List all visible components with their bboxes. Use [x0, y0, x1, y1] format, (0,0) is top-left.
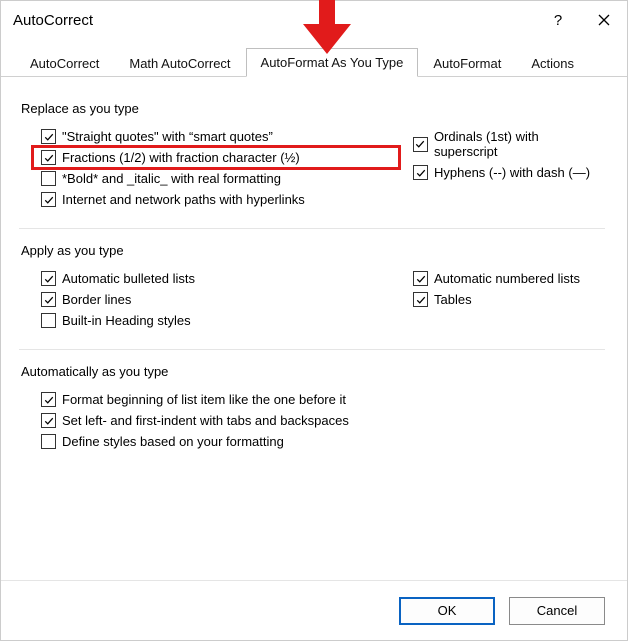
tab-label: Math AutoCorrect	[129, 56, 230, 71]
option-ordinals: Ordinals (1st) with superscript	[413, 126, 605, 162]
option-straight-quotes: "Straight quotes" with “smart quotes”	[41, 126, 413, 147]
checkbox-auto-numbered[interactable]	[413, 271, 428, 286]
option-label: Internet and network paths with hyperlin…	[62, 192, 305, 207]
option-heading-styles: Built-in Heading styles	[41, 310, 413, 331]
separator	[19, 228, 605, 229]
ok-button[interactable]: OK	[399, 597, 495, 625]
checkbox-bold-italic[interactable]	[41, 171, 56, 186]
checkbox-tables[interactable]	[413, 292, 428, 307]
option-tables: Tables	[413, 289, 605, 310]
option-label: Automatic bulleted lists	[62, 271, 195, 286]
option-net-paths: Internet and network paths with hyperlin…	[41, 189, 413, 210]
close-icon	[598, 14, 610, 26]
checkbox-define-styles[interactable]	[41, 434, 56, 449]
option-define-styles: Define styles based on your formatting	[41, 431, 605, 452]
option-border-lines: Border lines	[41, 289, 413, 310]
tab-math-autocorrect[interactable]: Math AutoCorrect	[114, 49, 245, 77]
section-apply: Automatic bulleted lists Border lines Bu…	[23, 268, 605, 331]
cancel-button[interactable]: Cancel	[509, 597, 605, 625]
section-auto: Format beginning of list item like the o…	[23, 389, 605, 452]
tab-autocorrect[interactable]: AutoCorrect	[15, 49, 114, 77]
tab-autoformat-as-you-type[interactable]: AutoFormat As You Type	[246, 48, 419, 77]
dialog-title: AutoCorrect	[13, 12, 535, 29]
option-label: Format beginning of list item like the o…	[62, 392, 346, 407]
option-auto-numbered: Automatic numbered lists	[413, 268, 605, 289]
tab-label: AutoFormat	[433, 56, 501, 71]
option-label: Built-in Heading styles	[62, 313, 191, 328]
tab-label: Actions	[531, 56, 574, 71]
option-label: Set left- and first-indent with tabs and…	[62, 413, 349, 428]
close-button[interactable]	[581, 1, 627, 39]
tab-autoformat[interactable]: AutoFormat	[418, 49, 516, 77]
help-button[interactable]: ?	[535, 1, 581, 39]
checkbox-net-paths[interactable]	[41, 192, 56, 207]
section-heading-auto: Automatically as you type	[21, 364, 605, 379]
button-label: OK	[438, 603, 457, 618]
checkbox-set-indent[interactable]	[41, 413, 56, 428]
checkbox-ordinals[interactable]	[413, 137, 428, 152]
option-label: Define styles based on your formatting	[62, 434, 284, 449]
checkbox-hyphens[interactable]	[413, 165, 428, 180]
tab-label: AutoFormat As You Type	[261, 55, 404, 70]
checkbox-auto-bullets[interactable]	[41, 271, 56, 286]
separator	[19, 349, 605, 350]
checkbox-format-beginning[interactable]	[41, 392, 56, 407]
option-label: Tables	[434, 292, 472, 307]
option-label: Fractions (1/2) with fraction character …	[62, 150, 300, 165]
option-label: Hyphens (--) with dash (—)	[434, 165, 590, 180]
tab-actions[interactable]: Actions	[516, 49, 589, 77]
checkbox-fractions[interactable]	[41, 150, 56, 165]
section-heading-replace: Replace as you type	[21, 101, 605, 116]
option-label: Ordinals (1st) with superscript	[434, 129, 605, 159]
title-bar: AutoCorrect ?	[1, 1, 627, 39]
option-auto-bullets: Automatic bulleted lists	[41, 268, 413, 289]
tab-strip: AutoCorrect Math AutoCorrect AutoFormat …	[1, 45, 627, 77]
autocorrect-dialog: AutoCorrect ? AutoCorrect Math AutoCorre…	[0, 0, 628, 641]
option-label: *Bold* and _italic_ with real formatting	[62, 171, 281, 186]
tab-label: AutoCorrect	[30, 56, 99, 71]
checkbox-border-lines[interactable]	[41, 292, 56, 307]
button-label: Cancel	[537, 603, 577, 618]
option-label: Automatic numbered lists	[434, 271, 580, 286]
option-format-beginning: Format beginning of list item like the o…	[41, 389, 605, 410]
section-replace: "Straight quotes" with “smart quotes” Fr…	[23, 126, 605, 210]
section-heading-apply: Apply as you type	[21, 243, 605, 258]
checkbox-straight-quotes[interactable]	[41, 129, 56, 144]
option-bold-italic: *Bold* and _italic_ with real formatting	[41, 168, 413, 189]
option-label: "Straight quotes" with “smart quotes”	[62, 129, 273, 144]
option-fractions: Fractions (1/2) with fraction character …	[41, 147, 413, 168]
option-set-indent: Set left- and first-indent with tabs and…	[41, 410, 605, 431]
checkbox-heading-styles[interactable]	[41, 313, 56, 328]
option-hyphens: Hyphens (--) with dash (—)	[413, 162, 605, 183]
dialog-buttons: OK Cancel	[1, 580, 627, 640]
tab-content: Replace as you type "Straight quotes" wi…	[1, 77, 627, 452]
option-label: Border lines	[62, 292, 131, 307]
